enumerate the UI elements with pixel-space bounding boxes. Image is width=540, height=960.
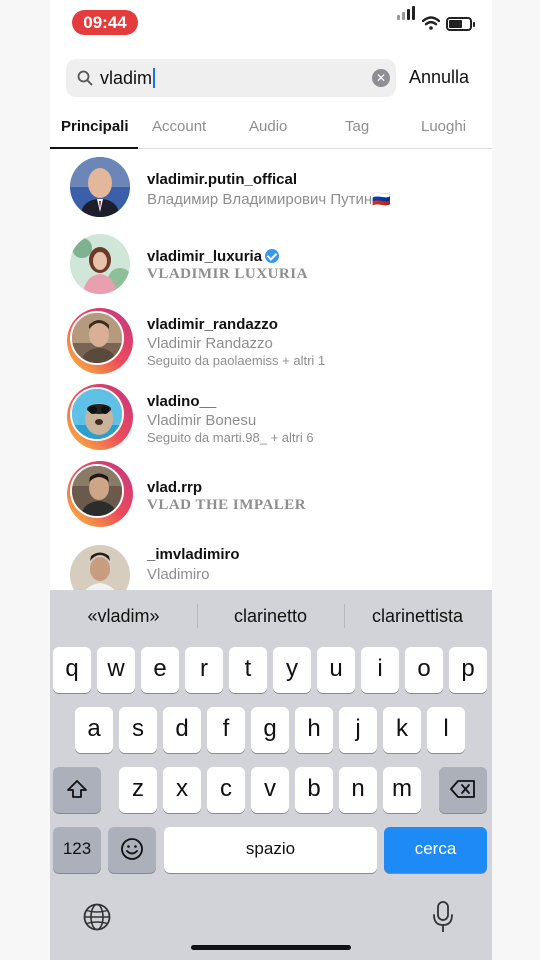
result-followed-by: Seguito da paolaemiss + altri 1: [147, 353, 326, 368]
text-caret: [153, 68, 156, 88]
suggestion-item[interactable]: clarinettista: [344, 606, 491, 627]
result-fullname: Vladimir Bonesu: [147, 412, 257, 429]
result-fullname: VLADIMIR LUXURIA: [147, 266, 308, 282]
tab-audio[interactable]: Audio: [249, 118, 287, 135]
avatar: [70, 387, 124, 441]
emoji-key[interactable]: [108, 827, 156, 873]
left-margin: [0, 0, 50, 960]
key[interactable]: o: [405, 647, 443, 693]
key[interactable]: m: [383, 767, 421, 813]
globe-icon[interactable]: [82, 902, 112, 932]
tab-account[interactable]: Account: [152, 118, 206, 135]
status-time: 09:44: [72, 10, 138, 35]
result-row[interactable]: vladimir_luxuria VLADIMIR LUXURIA: [50, 232, 492, 302]
search-field[interactable]: vladim ✕: [66, 59, 396, 97]
result-username: vlad.rrp: [147, 479, 203, 496]
key[interactable]: d: [163, 707, 201, 753]
avatar: [70, 311, 124, 365]
battery-icon: [446, 17, 475, 31]
result-fullname: VLAD THE IMPALER: [147, 497, 307, 513]
search-tabs: Principali Account Audio Tag Luoghi: [50, 108, 492, 149]
key[interactable]: a: [75, 707, 113, 753]
avatar-story-ring[interactable]: [67, 384, 133, 450]
result-row[interactable]: vladino__ Vladimir Bonesu Seguito da mar…: [50, 383, 492, 453]
result-username: vladino__: [147, 393, 217, 410]
key[interactable]: k: [383, 707, 421, 753]
result-row[interactable]: vlad.rrp VLAD THE IMPALER: [50, 461, 492, 531]
key[interactable]: s: [119, 707, 157, 753]
key[interactable]: y: [273, 647, 311, 693]
space-key[interactable]: spazio: [164, 827, 377, 873]
right-margin: [490, 0, 540, 960]
avatar: [70, 157, 130, 217]
verified-badge-icon: [265, 249, 280, 263]
suggestion-item[interactable]: «vladim»: [50, 606, 197, 627]
microphone-icon[interactable]: [431, 900, 455, 934]
search-key[interactable]: cerca: [384, 827, 487, 873]
suggestion-item[interactable]: clarinetto: [197, 606, 344, 627]
result-username-text: vladimir_luxuria: [147, 248, 263, 265]
emoji-icon: [121, 838, 143, 860]
key[interactable]: g: [251, 707, 289, 753]
key[interactable]: l: [427, 707, 465, 753]
tab-principali[interactable]: Principali: [61, 118, 129, 135]
keyboard-suggestions: «vladim» clarinetto clarinettista: [50, 590, 492, 640]
shift-key[interactable]: [53, 767, 101, 813]
key[interactable]: v: [251, 767, 289, 813]
numbers-key[interactable]: 123: [53, 827, 101, 873]
cancel-button[interactable]: Annulla: [409, 67, 469, 88]
key[interactable]: r: [185, 647, 223, 693]
wifi-icon: [422, 16, 440, 30]
shift-icon: [67, 780, 87, 798]
result-username: _imvladimiro: [147, 546, 240, 563]
key[interactable]: p: [449, 647, 487, 693]
key[interactable]: f: [207, 707, 245, 753]
search-icon: [77, 70, 93, 86]
result-row[interactable]: vladimir_randazzo Vladimir Randazzo Segu…: [50, 306, 492, 376]
key[interactable]: u: [317, 647, 355, 693]
avatar-story-ring[interactable]: [67, 461, 133, 527]
key[interactable]: b: [295, 767, 333, 813]
key[interactable]: h: [295, 707, 333, 753]
result-fullname: Vladimir Randazzo: [147, 335, 273, 352]
clear-search-icon[interactable]: ✕: [372, 69, 390, 87]
result-fullname: Vladimiro: [147, 566, 210, 583]
avatar-story-ring[interactable]: [67, 308, 133, 374]
result-username: vladimir.putin_offical: [147, 171, 298, 188]
screen: 09:44 vladim ✕ Annulla Principali Accoun…: [0, 0, 540, 960]
key[interactable]: z: [119, 767, 157, 813]
result-row[interactable]: vladimir.putin_offical Владимир Владимир…: [50, 154, 492, 224]
home-indicator: [191, 945, 351, 950]
tab-tag[interactable]: Tag: [345, 118, 369, 135]
delete-key[interactable]: [439, 767, 487, 813]
key[interactable]: t: [229, 647, 267, 693]
result-username: vladimir_luxuria: [147, 248, 280, 265]
avatar: [70, 464, 124, 518]
search-input[interactable]: vladim: [100, 66, 156, 90]
key[interactable]: w: [97, 647, 135, 693]
status-bar: 09:44: [50, 0, 492, 50]
phone-screen: 09:44 vladim ✕ Annulla Principali Accoun…: [50, 0, 492, 960]
result-fullname: Владимир Владимирович Путин🇷🇺: [147, 191, 391, 208]
key[interactable]: x: [163, 767, 201, 813]
backspace-icon: [450, 780, 475, 798]
active-tab-indicator: [50, 147, 138, 149]
key[interactable]: j: [339, 707, 377, 753]
key[interactable]: q: [53, 647, 91, 693]
result-followed-by: Seguito da marti.98_ + altri 6: [147, 430, 314, 445]
key[interactable]: i: [361, 647, 399, 693]
key[interactable]: e: [141, 647, 179, 693]
key[interactable]: c: [207, 767, 245, 813]
key[interactable]: n: [339, 767, 377, 813]
tab-luoghi[interactable]: Luoghi: [421, 118, 466, 135]
keyboard: «vladim» clarinetto clarinettista q w e …: [50, 590, 492, 960]
avatar: [70, 234, 130, 294]
search-input-text: vladim: [100, 68, 153, 88]
result-username: vladimir_randazzo: [147, 316, 278, 333]
